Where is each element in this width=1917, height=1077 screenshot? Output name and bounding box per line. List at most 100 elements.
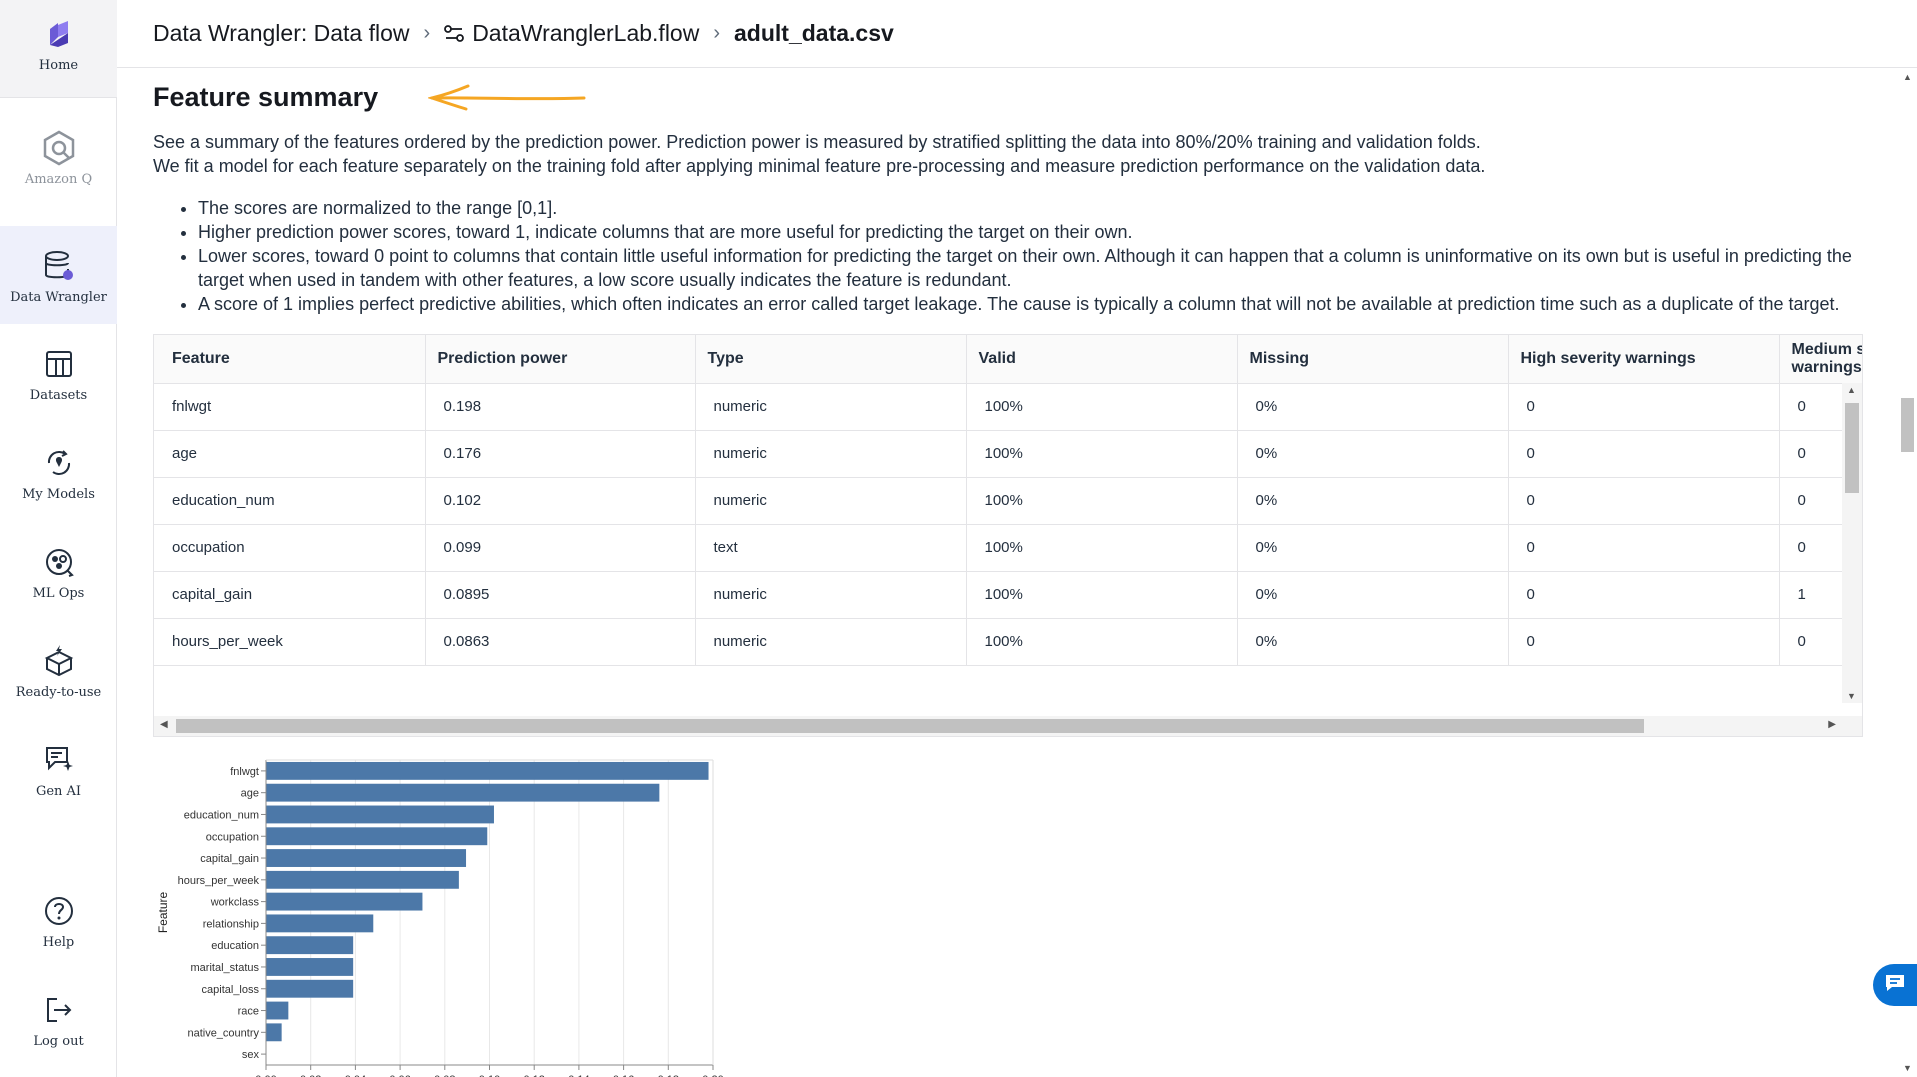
- table-row[interactable]: age 0.176 numeric 100% 0% 0 0: [154, 430, 1862, 478]
- chart-y-axis-title: Feature: [156, 891, 170, 933]
- column-header[interactable]: Missing: [1237, 335, 1509, 384]
- table-row[interactable]: occupation 0.099 text 100% 0% 0 0: [154, 524, 1862, 572]
- table-cell: numeric: [695, 571, 967, 619]
- log-out-icon: [39, 990, 79, 1030]
- sidebar-item-label: Amazon Q: [24, 172, 93, 187]
- sidebar-item-label: Log out: [33, 1034, 84, 1049]
- sidebar-item-ml-ops[interactable]: ML Ops: [0, 542, 117, 601]
- scroll-down-icon[interactable]: ▼: [1903, 1063, 1912, 1073]
- description: See a summary of the features ordered by…: [153, 130, 1863, 178]
- amazon-q-icon: [39, 128, 79, 168]
- sidebar-item-label: Help: [42, 935, 75, 950]
- scroll-left-icon[interactable]: ◀: [160, 719, 168, 730]
- notes-list: The scores are normalized to the range […: [198, 196, 1863, 316]
- chart-bar: [266, 827, 488, 846]
- chevron-right-icon: ›: [713, 22, 720, 44]
- list-item: Lower scores, toward 0 point to columns …: [198, 244, 1863, 292]
- scroll-up-icon[interactable]: ▲: [1903, 72, 1912, 82]
- chart-y-tick-label: native_country: [187, 1027, 259, 1039]
- chart-y-tick-label: fnlwgt: [230, 766, 259, 778]
- breadcrumb-flow[interactable]: DataWranglerLab.flow: [472, 20, 699, 47]
- table-cell: 0%: [1237, 430, 1509, 478]
- column-header[interactable]: Prediction power: [425, 335, 696, 384]
- table-cell: 0: [1508, 524, 1780, 572]
- table-cell: numeric: [695, 383, 967, 431]
- column-header[interactable]: Type: [695, 335, 967, 384]
- table-cell: 100%: [966, 618, 1238, 666]
- chart-y-tick-label: hours_per_week: [178, 875, 260, 887]
- breadcrumb-root[interactable]: Data Wrangler: Data flow: [153, 20, 410, 47]
- table-vertical-scrollbar[interactable]: ▲ ▼: [1842, 383, 1862, 703]
- title-row: Feature summary: [153, 82, 378, 113]
- chart-y-tick-label: education: [211, 940, 259, 952]
- my-models-icon: [39, 443, 79, 483]
- sidebar-item-data-wrangler[interactable]: Data Wrangler: [0, 226, 117, 324]
- scrollbar-thumb[interactable]: [1845, 403, 1859, 493]
- column-header[interactable]: High severity warnings: [1508, 335, 1780, 384]
- table-cell: 0%: [1237, 477, 1509, 525]
- table-horizontal-scrollbar[interactable]: ◀ ▶: [154, 716, 1862, 736]
- chart-bar: [266, 805, 494, 824]
- table-row[interactable]: hours_per_week 0.0863 numeric 100% 0% 0 0: [154, 618, 1862, 666]
- scroll-up-icon[interactable]: ▲: [1847, 385, 1856, 395]
- table-cell: 100%: [966, 477, 1238, 525]
- scrollbar-thumb[interactable]: [1901, 398, 1914, 452]
- annotation-arrow-icon: [428, 84, 586, 111]
- column-header[interactable]: Feature: [154, 335, 426, 384]
- gen-ai-icon: [39, 740, 79, 780]
- chat-button[interactable]: [1873, 964, 1917, 1006]
- chart-bar: [266, 958, 354, 976]
- home-logo-icon: [39, 14, 79, 54]
- chart-y-tick-label: capital_loss: [202, 984, 260, 996]
- scroll-down-icon[interactable]: ▼: [1847, 691, 1856, 701]
- sidebar-item-ready-to-use[interactable]: Ready-to-use: [0, 641, 117, 700]
- table-row[interactable]: education_num 0.102 numeric 100% 0% 0 0: [154, 477, 1862, 525]
- chevron-right-icon: ›: [423, 22, 431, 44]
- table-row[interactable]: capital_gain 0.0895 numeric 100% 0% 0 1: [154, 571, 1862, 619]
- list-item: A score of 1 implies perfect predictive …: [198, 292, 1863, 316]
- list-item: Higher prediction power scores, toward 1…: [198, 220, 1863, 244]
- feature-summary-table: Feature Prediction power Type Valid Miss…: [153, 334, 1863, 737]
- table-cell: numeric: [695, 430, 967, 478]
- sidebar-item-label: Datasets: [29, 388, 88, 403]
- sidebar-item-home[interactable]: Home: [0, 0, 117, 98]
- flow-icon: [444, 24, 465, 44]
- table-cell: 0.198: [425, 383, 696, 431]
- ready-to-use-icon: [39, 641, 79, 681]
- table-cell: 0.0895: [425, 571, 696, 619]
- description-line: We fit a model for each feature separate…: [153, 156, 1486, 176]
- column-header[interactable]: Medium severity warnings: [1779, 335, 1862, 384]
- page-title: Feature summary: [153, 82, 379, 112]
- sidebar-item-help[interactable]: Help: [0, 891, 117, 950]
- table-row[interactable]: fnlwgt 0.198 numeric 100% 0% 0 0: [154, 383, 1862, 431]
- list-item: The scores are normalized to the range […: [198, 196, 1863, 220]
- data-wrangler-icon: [39, 246, 79, 286]
- table-cell: 100%: [966, 430, 1238, 478]
- table-cell: numeric: [695, 618, 967, 666]
- table-cell: 0%: [1237, 618, 1509, 666]
- table-cell: age: [154, 430, 426, 478]
- table-cell: 0: [1508, 383, 1780, 431]
- chart-y-tick-label: sex: [242, 1049, 260, 1061]
- scrollbar-thumb[interactable]: [176, 719, 1644, 733]
- table-cell: hours_per_week: [154, 618, 426, 666]
- sidebar-item-log-out[interactable]: Log out: [0, 990, 117, 1049]
- scroll-right-icon[interactable]: ▶: [1828, 719, 1836, 730]
- table-cell: capital_gain: [154, 571, 426, 619]
- page-scrollbar[interactable]: ▲ ▼: [1898, 68, 1917, 1077]
- table-cell: numeric: [695, 477, 967, 525]
- chart-bar: [266, 783, 660, 802]
- table-cell: 0: [1508, 430, 1780, 478]
- table-cell: 100%: [966, 524, 1238, 572]
- chart-y-tick-label: capital_gain: [200, 853, 259, 865]
- table-header-row: Feature Prediction power Type Valid Miss…: [154, 335, 1862, 384]
- column-header[interactable]: Valid: [966, 335, 1238, 384]
- sidebar-item-gen-ai[interactable]: Gen AI: [0, 740, 117, 799]
- chart-y-tick-label: occupation: [206, 831, 259, 843]
- sidebar-item-amazon-q[interactable]: Amazon Q: [0, 128, 117, 187]
- chart-bar: [266, 1001, 289, 1020]
- datasets-icon: [39, 344, 79, 384]
- sidebar-item-my-models[interactable]: My Models: [0, 443, 117, 502]
- sidebar-item-datasets[interactable]: Datasets: [0, 344, 117, 403]
- help-icon: [39, 891, 79, 931]
